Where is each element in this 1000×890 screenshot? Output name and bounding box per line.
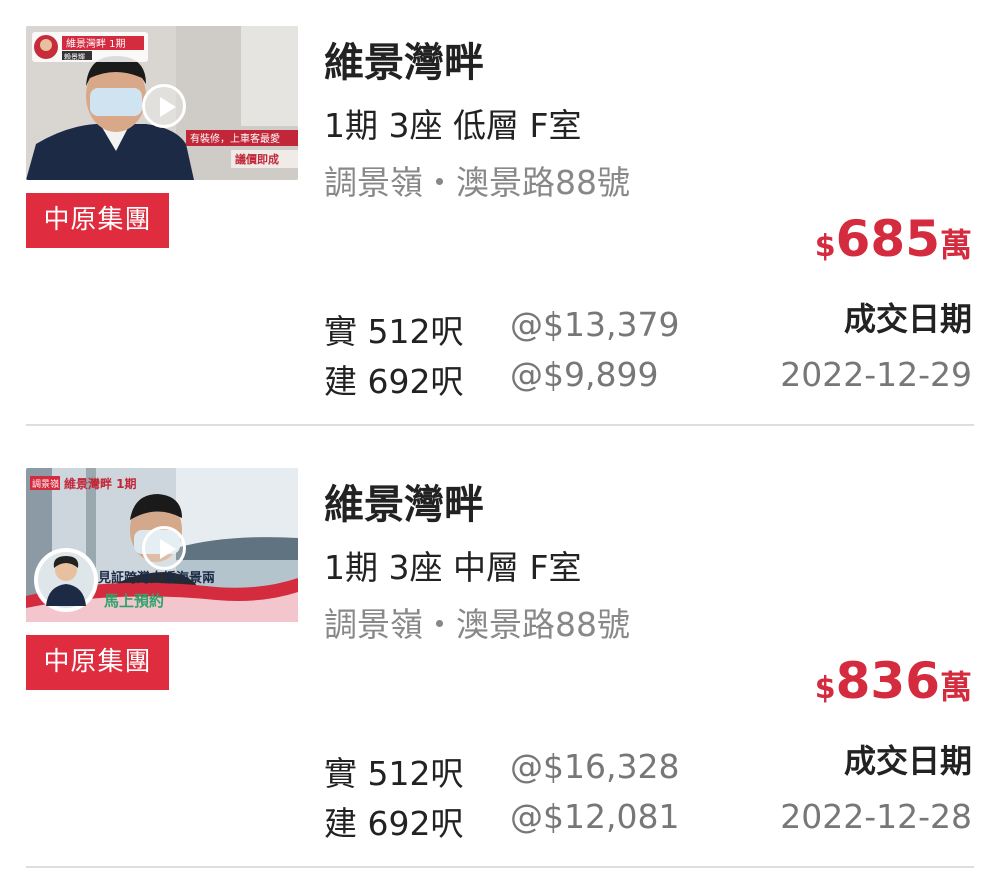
listing-card[interactable]: 維景灣畔 1期 賴景輝 有裝修，上車客最愛 議價即成 中原集團 維景灣畔 1期 … [0, 0, 1000, 424]
thumbnail-tag: 調景嶺 [32, 478, 59, 490]
price-currency: $ [814, 229, 836, 264]
thumbnail-banner: 維景灣畔 1期 [66, 37, 126, 50]
agency-badge: 中原集團 [26, 193, 169, 248]
address: 調景嶺・澳景路88號 [324, 605, 630, 644]
thumbnail-banner: 維景灣畔 1期 [64, 476, 137, 491]
thumbnail-agent-name: 賴景輝 [64, 52, 85, 61]
gross-price-per-sqft: @$12,081 [510, 797, 680, 836]
price: $685萬 [815, 210, 972, 268]
video-thumbnail[interactable]: 調景嶺 維景灣畔 1期 見証跨灣大橋海景兩 馬上預約 [26, 468, 298, 622]
unit-info: 1期 3座 低層 F室 [324, 106, 582, 145]
price-unit: 萬 [939, 226, 972, 264]
estate-name[interactable]: 維景灣畔 [324, 30, 484, 88]
divider [26, 424, 974, 426]
agency-badge: 中原集團 [26, 635, 169, 690]
deal-date: 2022-12-29 [780, 355, 972, 394]
deal-date-label: 成交日期 [843, 742, 972, 780]
saleable-area: 實 512呎 [324, 312, 464, 351]
video-thumbnail[interactable]: 維景灣畔 1期 賴景輝 有裝修，上車客最愛 議價即成 [26, 26, 298, 180]
gross-area: 建 692呎 [324, 362, 464, 401]
play-icon[interactable] [142, 526, 186, 570]
saleable-price-per-sqft: @$13,379 [510, 305, 680, 344]
listing-card[interactable]: 調景嶺 維景灣畔 1期 見証跨灣大橋海景兩 馬上預約 中原集團 維景灣畔 1期 … [0, 442, 1000, 866]
divider [26, 866, 974, 868]
gross-price-per-sqft: @$9,899 [510, 355, 659, 394]
thumbnail-caption: 有裝修，上車客最愛 [190, 132, 280, 145]
unit-info: 1期 3座 中層 F室 [324, 548, 582, 587]
saleable-price-per-sqft: @$16,328 [510, 747, 680, 786]
price: $836萬 [815, 652, 972, 710]
estate-name[interactable]: 維景灣畔 [324, 472, 484, 530]
price-unit: 萬 [939, 668, 972, 706]
thumbnail-caption-2: 馬上預約 [104, 592, 164, 610]
play-icon[interactable] [142, 84, 186, 128]
saleable-area: 實 512呎 [324, 754, 464, 793]
thumbnail-caption: 見証跨灣大橋海景兩 [97, 570, 215, 586]
deal-date-label: 成交日期 [843, 300, 972, 338]
price-currency: $ [814, 671, 836, 706]
thumbnail-caption-2: 議價即成 [235, 152, 279, 166]
deal-date: 2022-12-28 [780, 797, 972, 836]
price-amount: 685 [835, 210, 940, 268]
price-amount: 836 [835, 652, 940, 710]
address: 調景嶺・澳景路88號 [324, 163, 630, 202]
gross-area: 建 692呎 [324, 804, 464, 843]
